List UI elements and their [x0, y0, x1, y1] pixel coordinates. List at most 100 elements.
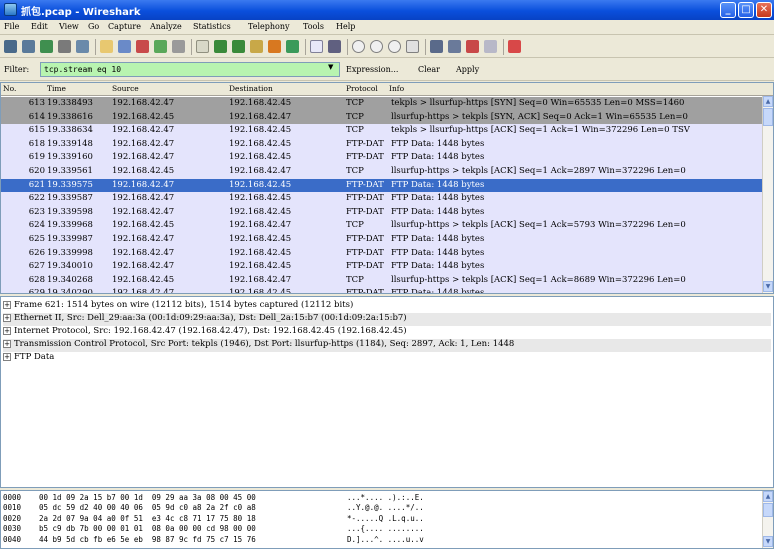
apply-button[interactable]: Apply	[456, 65, 479, 74]
column-header-protocol[interactable]: Protocol	[346, 84, 378, 93]
cell-source: 192.168.42.47	[112, 125, 175, 136]
packet-list-scrollbar[interactable]: ▲ ▼	[762, 96, 773, 293]
menu-go[interactable]: Go	[88, 22, 99, 31]
filter-input[interactable]: tcp.stream eq 10	[40, 62, 340, 77]
zoom-in-icon[interactable]	[352, 40, 365, 53]
wireshark-app-icon	[4, 3, 17, 16]
expand-icon[interactable]: +	[3, 327, 11, 335]
go-back-icon[interactable]	[214, 40, 227, 53]
go-forward-icon[interactable]	[232, 40, 245, 53]
scroll-down-icon[interactable]: ▼	[763, 536, 773, 547]
cell-source: 192.168.42.45	[112, 111, 175, 122]
packet-row[interactable]: 624 19.339968 192.168.42.45 192.168.42.47 TC…	[1, 219, 763, 233]
close-button[interactable]: ✕	[756, 2, 772, 18]
expand-icon[interactable]: +	[3, 301, 11, 309]
menu-statistics[interactable]: Statistics	[193, 22, 231, 31]
packet-row[interactable]: 626 19.339998 192.168.42.47 192.168.42.45 FT…	[1, 246, 763, 261]
cell-info: FTP Data: 1448 bytes	[391, 138, 485, 149]
go-first-icon[interactable]	[268, 40, 281, 53]
packet-row[interactable]: 627 19.340010 192.168.42.47 192.168.42.45 FT…	[1, 260, 763, 274]
colorize-icon[interactable]	[310, 40, 323, 53]
go-to-packet-icon[interactable]	[250, 40, 263, 53]
packet-row[interactable]: 623 19.339598 192.168.42.47 192.168.42.45 FT…	[1, 205, 763, 220]
packet-row[interactable]: 621 19.339575 192.168.42.47 192.168.42.45 FT…	[1, 178, 763, 193]
hex-bytes: 00 1d 09 2a 15 b7 00 1d 09 29 aa 3a 08 0…	[39, 493, 256, 502]
expand-icon[interactable]: +	[3, 353, 11, 361]
detail-tcp[interactable]: + Transmission Control Protocol, Src Port…	[3, 339, 771, 352]
toolbar-separator	[503, 39, 504, 55]
go-last-icon[interactable]	[286, 40, 299, 53]
print-icon[interactable]	[172, 40, 185, 53]
menu-edit[interactable]: Edit	[31, 22, 48, 31]
reload-icon[interactable]	[154, 40, 167, 53]
packet-row[interactable]: 629 19.340290 192.168.42.47 192.168.42.45 FT…	[1, 287, 763, 293]
expand-icon[interactable]: +	[3, 314, 11, 322]
packet-row[interactable]: 614 19.338616 192.168.42.45 192.168.42.47 TC…	[1, 110, 763, 125]
capture-filters-icon[interactable]	[430, 40, 443, 53]
minimize-button[interactable]: _	[720, 2, 736, 18]
auto-scroll-icon[interactable]	[328, 40, 341, 53]
open-file-icon[interactable]	[100, 40, 113, 53]
maximize-button[interactable]: □	[738, 2, 754, 18]
close-file-icon[interactable]	[136, 40, 149, 53]
column-header-info[interactable]: Info	[389, 84, 404, 93]
packet-row[interactable]: 615 19.338634 192.168.42.47 192.168.42.45 TC…	[1, 124, 763, 138]
detail-ethernet[interactable]: + Ethernet II, Src: Dell_29:aa:3a (00:1d:…	[3, 313, 771, 326]
save-file-icon[interactable]	[118, 40, 131, 53]
capture-options-icon[interactable]	[22, 40, 35, 53]
packet-row[interactable]: 622 19.339587 192.168.42.47 192.168.42.45 FT…	[1, 192, 763, 206]
clear-button[interactable]: Clear	[418, 65, 440, 74]
column-header-no[interactable]: No.	[3, 84, 16, 93]
detail-frame[interactable]: + Frame 621: 1514 bytes on wire (12112 bi…	[3, 300, 771, 313]
scroll-thumb[interactable]	[763, 503, 773, 517]
stop-capture-icon[interactable]	[58, 40, 71, 53]
cell-destination: 192.168.42.47	[229, 274, 292, 285]
menu-tools[interactable]: Tools	[303, 22, 324, 31]
cell-no: 628	[28, 274, 45, 285]
column-header-source[interactable]: Source	[112, 84, 139, 93]
bytes-scrollbar[interactable]: ▲ ▼	[762, 491, 773, 548]
expand-icon[interactable]: +	[3, 340, 11, 348]
menu-bar: File Edit View Go Capture Analyze Statis…	[0, 20, 774, 35]
menu-telephony[interactable]: Telephony	[248, 22, 290, 31]
filter-label: Filter:	[4, 65, 30, 74]
detail-ip[interactable]: + Internet Protocol, Src: 192.168.42.47 (…	[3, 326, 771, 339]
cell-source: 192.168.42.45	[112, 274, 175, 285]
packet-row[interactable]: 618 19.339148 192.168.42.47 192.168.42.45 FT…	[1, 137, 763, 152]
menu-capture[interactable]: Capture	[108, 22, 141, 31]
packet-row[interactable]: 628 19.340268 192.168.42.45 192.168.42.47 TC…	[1, 273, 763, 288]
zoom-out-icon[interactable]	[370, 40, 383, 53]
restart-capture-icon[interactable]	[76, 40, 89, 53]
zoom-normal-icon[interactable]	[388, 40, 401, 53]
scroll-up-icon[interactable]: ▲	[763, 491, 773, 502]
cell-info: llsurfup-https > tekpls [SYN, ACK] Seq=0…	[391, 111, 688, 122]
preferences-icon[interactable]	[484, 40, 497, 53]
cell-destination: 192.168.42.45	[229, 125, 292, 136]
expression-button[interactable]: Expression...	[346, 65, 398, 74]
scroll-down-icon[interactable]: ▼	[763, 281, 773, 292]
packet-row[interactable]: 619 19.339160 192.168.42.47 192.168.42.45 FT…	[1, 151, 763, 165]
start-capture-icon[interactable]	[40, 40, 53, 53]
menu-view[interactable]: View	[59, 22, 79, 31]
menu-file[interactable]: File	[4, 22, 19, 31]
menu-analyze[interactable]: Analyze	[150, 22, 182, 31]
packet-row[interactable]: 625 19.339987 192.168.42.47 192.168.42.45 FT…	[1, 233, 763, 247]
scroll-up-icon[interactable]: ▲	[763, 96, 773, 107]
cell-source: 192.168.42.47	[112, 206, 175, 217]
scroll-thumb[interactable]	[763, 108, 773, 126]
find-packet-icon[interactable]	[196, 40, 209, 53]
detail-ftp-data[interactable]: + FTP Data	[3, 352, 771, 365]
interfaces-icon[interactable]	[4, 40, 17, 53]
packet-row[interactable]: 613 19.338493 192.168.42.47 192.168.42.45 TC…	[1, 97, 763, 111]
cell-protocol: FTP-DAT	[346, 234, 384, 244]
coloring-rules-icon[interactable]	[466, 40, 479, 53]
filter-dropdown-icon[interactable]: ▼	[328, 63, 333, 71]
display-filters-icon[interactable]	[448, 40, 461, 53]
help-icon[interactable]	[508, 40, 521, 53]
resize-columns-icon[interactable]	[406, 40, 419, 53]
column-header-destination[interactable]: Destination	[229, 84, 273, 93]
column-header-time[interactable]: Time	[47, 84, 66, 93]
cell-no: 627	[28, 261, 45, 272]
menu-help[interactable]: Help	[336, 22, 355, 31]
packet-row[interactable]: 620 19.339561 192.168.42.45 192.168.42.47 TC…	[1, 165, 763, 179]
